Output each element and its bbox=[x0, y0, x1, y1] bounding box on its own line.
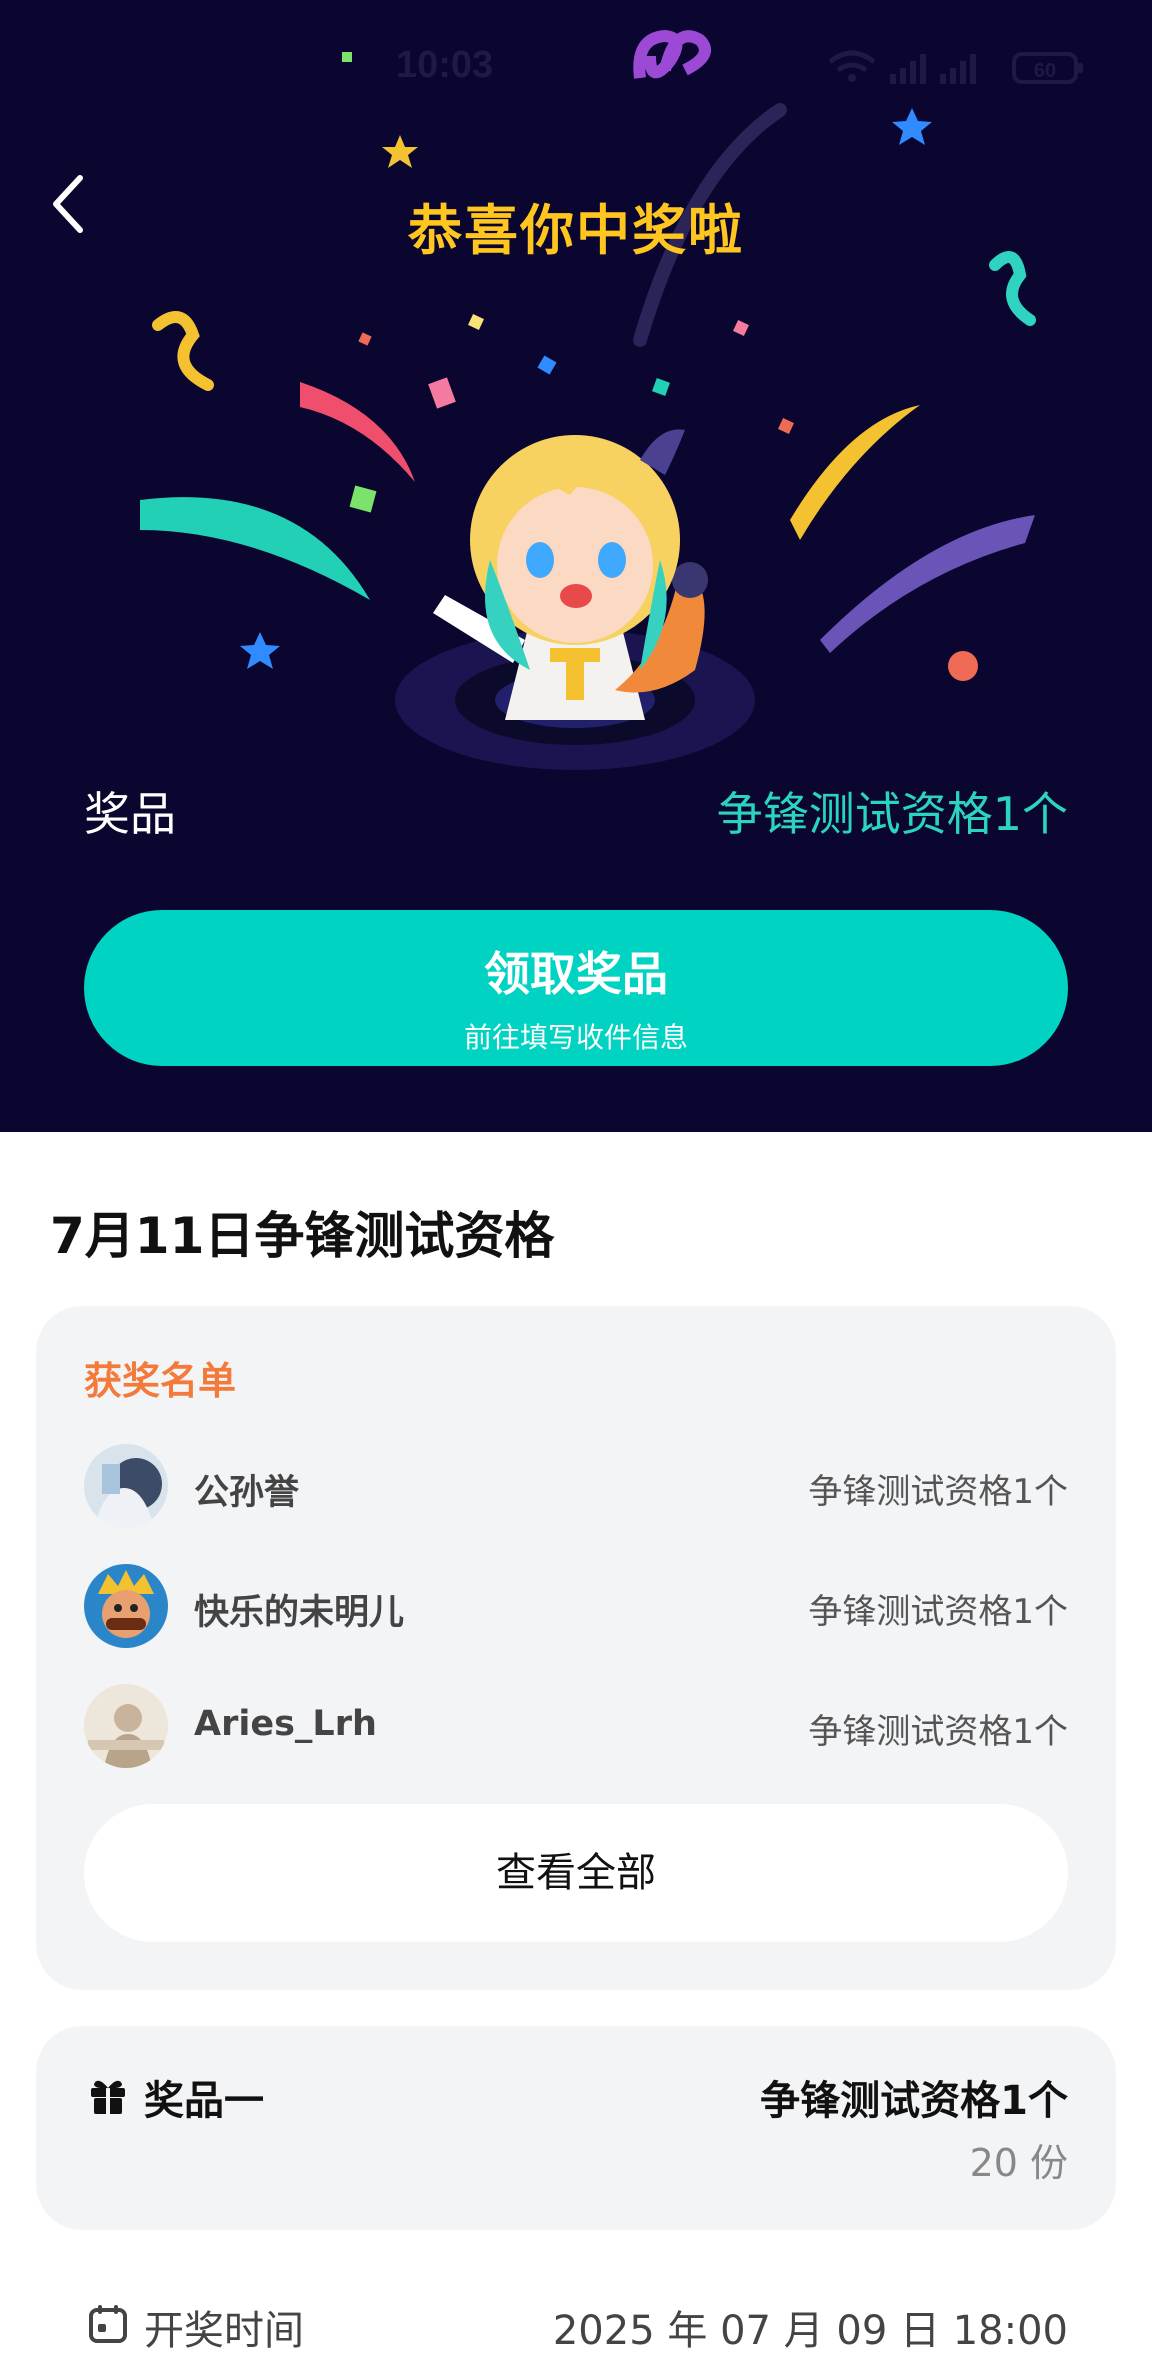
prize-name: 奖品一 bbox=[144, 2078, 264, 2124]
claim-prize-button[interactable]: 领取奖品 前往填写收件信息 bbox=[84, 910, 1068, 1066]
prize-label: 奖品 bbox=[84, 787, 176, 841]
gift-icon bbox=[91, 2080, 125, 2114]
winners-list-card: 获奖名单 公孙誉 争锋测试资格1个 快乐的未明儿 争锋测试资格1个 Aries_… bbox=[36, 1306, 1116, 1990]
avatar bbox=[84, 1564, 168, 1648]
winner-name: 公孙誉 bbox=[194, 1473, 300, 1513]
calendar-icon bbox=[89, 2305, 127, 2343]
prize-value: 争锋测试资格1个 bbox=[716, 787, 1068, 841]
hero-banner: 10:03 60 恭喜你中奖啦 奖品 争锋测试资格1个 领取奖品 前往填写收件信… bbox=[0, 0, 1152, 1132]
winner-prize: 争锋测试资格1个 bbox=[808, 1592, 1068, 1632]
winner-name: 快乐的未明儿 bbox=[194, 1593, 405, 1633]
wifi-icon bbox=[828, 50, 876, 82]
prize-detail-card: 奖品一 争锋测试资格1个 20 份 bbox=[36, 2026, 1116, 2230]
claim-button-label: 领取奖品 bbox=[484, 947, 668, 1001]
status-time: 10:03 bbox=[396, 44, 494, 86]
prize-item: 争锋测试资格1个 bbox=[760, 2078, 1068, 2124]
draw-time-row: 开奖时间 2025 年 07 月 09 日 18:00 bbox=[84, 2294, 1068, 2354]
prize-count: 20 份 bbox=[969, 2141, 1068, 2185]
draw-time-label: 开奖时间 bbox=[144, 2308, 304, 2354]
view-all-button[interactable]: 查看全部 bbox=[84, 1804, 1068, 1942]
winner-row[interactable]: Aries_Lrh 争锋测试资格1个 bbox=[84, 1684, 1068, 1768]
draw-time-value: 2025 年 07 月 09 日 18:00 bbox=[552, 2308, 1068, 2354]
event-title: 7月11日争锋测试资格 bbox=[50, 1207, 555, 1265]
page-title: 恭喜你中奖啦 bbox=[408, 199, 744, 262]
claim-button-sublabel: 前往填写收件信息 bbox=[463, 1021, 688, 1054]
status-icons: 60 bbox=[828, 50, 1083, 84]
avatar bbox=[84, 1684, 168, 1768]
winner-row[interactable]: 公孙誉 争锋测试资格1个 bbox=[84, 1444, 1068, 1528]
battery-level: 60 bbox=[1034, 60, 1056, 82]
battery-icon: 60 bbox=[1012, 52, 1083, 84]
signal-icon bbox=[890, 54, 926, 84]
winner-name: Aries_Lrh bbox=[194, 1704, 377, 1744]
avatar bbox=[84, 1444, 168, 1528]
signal-icon bbox=[940, 54, 976, 84]
winner-prize: 争锋测试资格1个 bbox=[808, 1472, 1068, 1512]
winner-prize: 争锋测试资格1个 bbox=[808, 1712, 1068, 1752]
winners-heading: 获奖名单 bbox=[84, 1359, 237, 1403]
winner-row[interactable]: 快乐的未明儿 争锋测试资格1个 bbox=[84, 1564, 1068, 1648]
mascot-illustration bbox=[395, 429, 755, 770]
status-bar: 10:03 60 bbox=[0, 44, 1152, 88]
